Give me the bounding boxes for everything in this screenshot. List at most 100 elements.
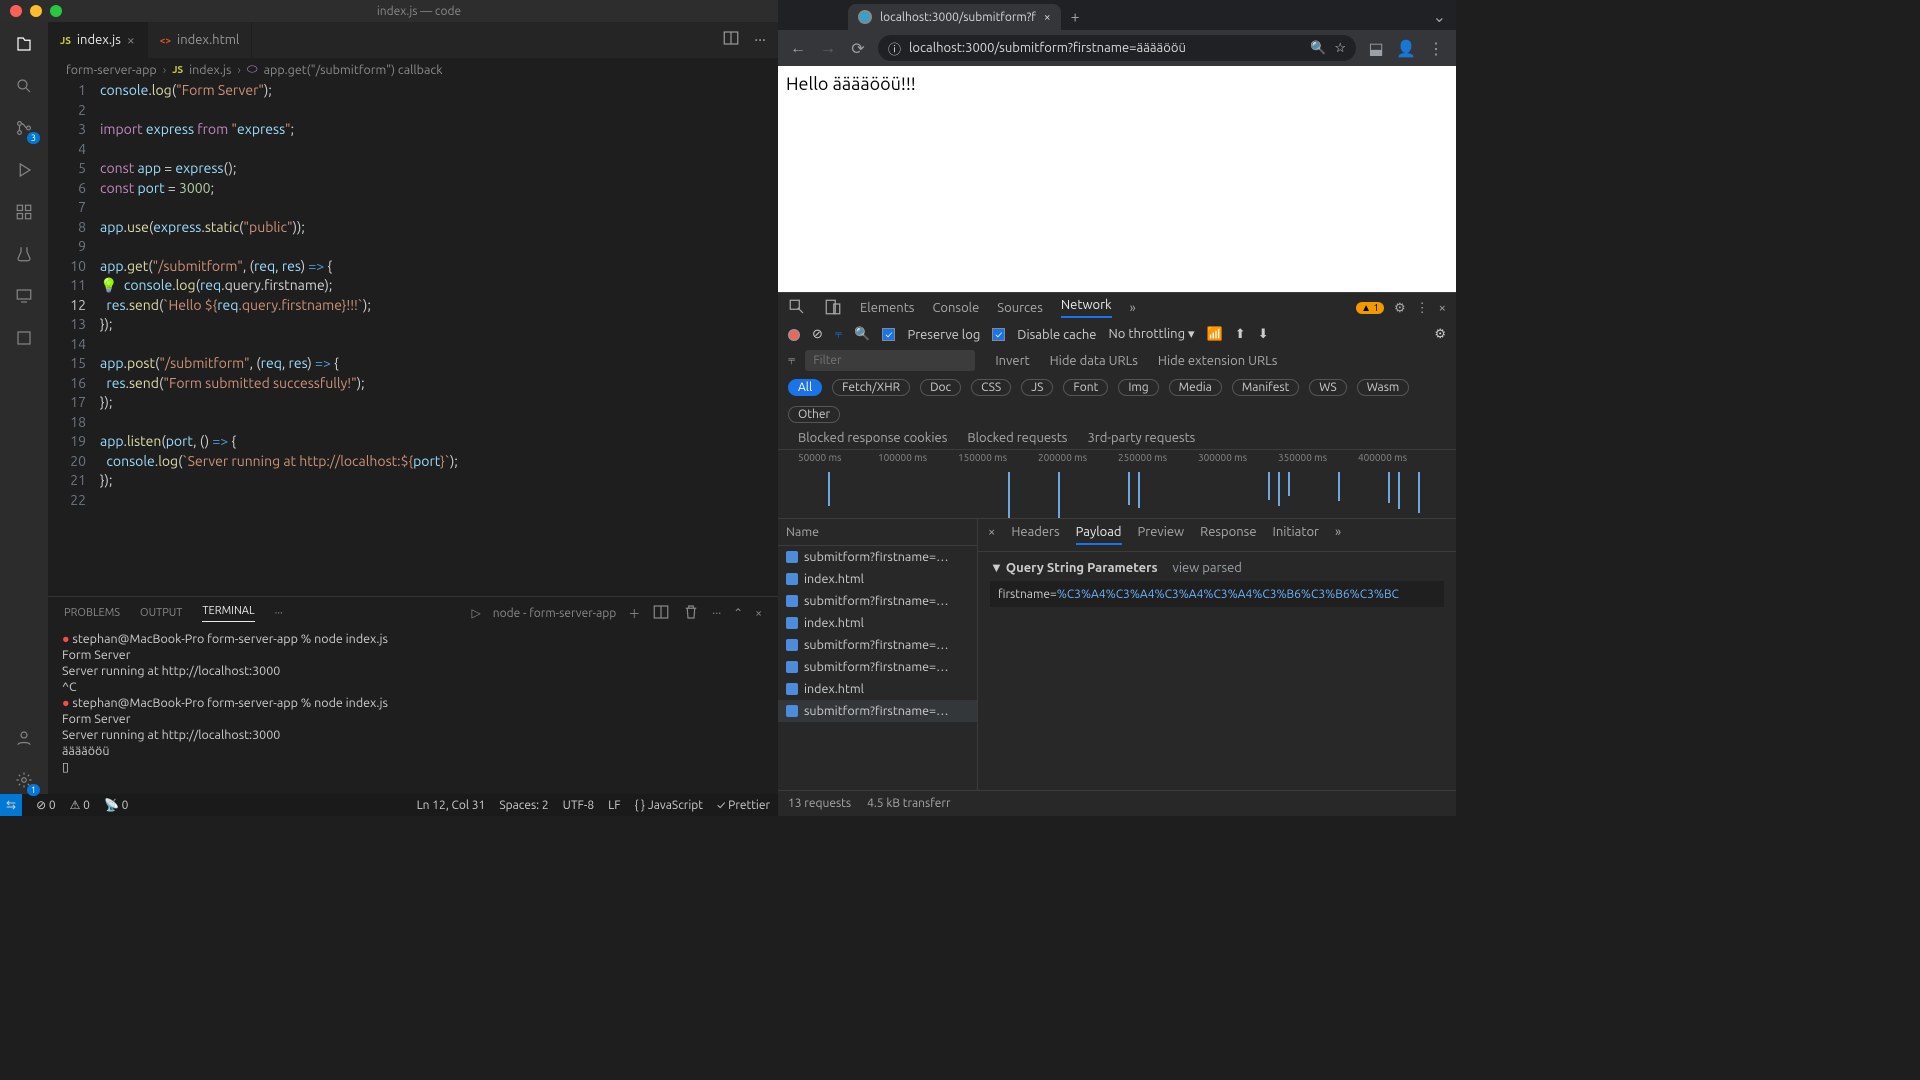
terminal-run-icon[interactable]: ▷: [471, 606, 480, 620]
explorer-icon[interactable]: [10, 30, 38, 58]
filter-toggle-icon[interactable]: ⫧: [835, 327, 842, 342]
type-pill-all[interactable]: All: [788, 379, 822, 396]
type-pill-js[interactable]: JS: [1021, 379, 1053, 396]
type-pill-media[interactable]: Media: [1169, 379, 1222, 396]
type-pill-doc[interactable]: Doc: [920, 379, 961, 396]
status-errors[interactable]: ⊘ 0: [36, 798, 56, 812]
request-row[interactable]: submitform?firstname=…: [778, 546, 977, 568]
panel-tab-terminal[interactable]: TERMINAL: [202, 605, 254, 622]
record-icon[interactable]: [788, 329, 800, 341]
settings-gear-icon[interactable]: ⚙: [1394, 301, 1406, 316]
filter-input[interactable]: [805, 350, 975, 371]
panel-tab-problems[interactable]: PROBLEMS: [64, 607, 120, 619]
issues-badge[interactable]: ▲ 1: [1356, 302, 1384, 314]
device-toggle-icon[interactable]: [824, 298, 842, 319]
forward-icon[interactable]: →: [818, 39, 838, 58]
status-eol[interactable]: LF: [608, 799, 620, 812]
terminal[interactable]: ● stephan@MacBook-Pro form-server-app % …: [48, 629, 778, 794]
more-icon[interactable]: ···: [754, 31, 766, 49]
menu-icon[interactable]: ⋮: [1426, 39, 1446, 58]
browser-tab[interactable]: 🌐 localhost:3000/submitform?f ×: [848, 4, 1061, 30]
close-icon[interactable]: ×: [1439, 301, 1446, 315]
ext1-icon[interactable]: [10, 324, 38, 352]
terminal-split-icon[interactable]: [652, 603, 670, 624]
network-conditions-icon[interactable]: 📶: [1207, 327, 1223, 342]
export-icon[interactable]: ⬇: [1258, 327, 1269, 342]
profile-icon[interactable]: 👤: [1396, 39, 1416, 58]
settings-gear-icon[interactable]: 1: [10, 766, 38, 794]
back-icon[interactable]: ←: [788, 39, 808, 58]
type-pill-font[interactable]: Font: [1063, 379, 1108, 396]
scm-icon[interactable]: 3: [10, 114, 38, 142]
close-icon[interactable]: ×: [988, 525, 995, 545]
detail-tab-preview[interactable]: Preview: [1138, 525, 1185, 545]
panel-tab-output[interactable]: OUTPUT: [140, 607, 182, 619]
status-lang[interactable]: { } JavaScript: [635, 799, 703, 812]
site-info-icon[interactable]: ⓘ: [888, 39, 901, 58]
new-tab-icon[interactable]: +: [1061, 4, 1090, 30]
devtools-tab-console[interactable]: Console: [932, 301, 979, 315]
search-icon[interactable]: 🔍: [854, 327, 870, 342]
detail-tab-response[interactable]: Response: [1200, 525, 1256, 545]
install-icon[interactable]: ⬓: [1366, 39, 1386, 58]
split-editor-icon[interactable]: [722, 29, 740, 51]
tab-index-js[interactable]: JS index.js ×: [48, 22, 148, 58]
type-pill-img[interactable]: Img: [1118, 379, 1158, 396]
request-row[interactable]: submitform?firstname=…: [778, 700, 977, 722]
status-prettier[interactable]: ✓ Prettier: [717, 799, 770, 812]
terminal-task-label[interactable]: node - form-server-app: [493, 607, 617, 620]
more-icon[interactable]: ⋮: [1416, 301, 1429, 316]
chevron-down-icon[interactable]: ⌄: [1423, 3, 1456, 30]
view-parsed-link[interactable]: view parsed: [1173, 561, 1242, 575]
detail-tab-payload[interactable]: Payload: [1076, 525, 1122, 545]
more-tabs-icon[interactable]: »: [1130, 301, 1136, 315]
type-pill-fetch/xhr[interactable]: Fetch/XHR: [832, 379, 910, 396]
network-timeline[interactable]: 50000 ms100000 ms150000 ms200000 ms25000…: [778, 449, 1456, 519]
more-icon[interactable]: ···: [712, 607, 721, 620]
traffic-max-icon[interactable]: [50, 5, 62, 17]
status-spaces[interactable]: Spaces: 2: [499, 799, 548, 812]
code-editor[interactable]: 12345678910111213141516171819202122 cons…: [48, 81, 778, 596]
settings-gear-icon[interactable]: ⚙: [1434, 327, 1446, 342]
status-cursor[interactable]: Ln 12, Col 31: [417, 799, 486, 812]
type-pill-other[interactable]: Other: [788, 406, 840, 423]
status-ports[interactable]: 📡 0: [104, 798, 128, 812]
disable-cache-checkbox[interactable]: ✓: [992, 328, 1005, 341]
inspect-icon[interactable]: [788, 298, 806, 319]
request-row[interactable]: index.html: [778, 612, 977, 634]
request-row[interactable]: submitform?firstname=…: [778, 656, 977, 678]
type-pill-css[interactable]: CSS: [971, 379, 1011, 396]
debug-icon[interactable]: [10, 156, 38, 184]
type-pill-ws[interactable]: WS: [1309, 379, 1346, 396]
panel-tab-more[interactable]: ···: [275, 607, 283, 619]
status-encoding[interactable]: UTF-8: [563, 799, 594, 812]
close-icon[interactable]: ×: [755, 607, 762, 620]
remote-indicator-icon[interactable]: ⇆: [0, 794, 22, 816]
account-icon[interactable]: [10, 724, 38, 752]
terminal-new-icon[interactable]: ＋: [628, 605, 640, 622]
extensions-icon[interactable]: [10, 198, 38, 226]
reload-icon[interactable]: ⟳: [848, 39, 868, 58]
request-row[interactable]: index.html: [778, 678, 977, 700]
close-icon[interactable]: ×: [127, 32, 135, 48]
devtools-tab-sources[interactable]: Sources: [997, 301, 1043, 315]
import-icon[interactable]: ⬆: [1235, 327, 1246, 342]
detail-tab-headers[interactable]: Headers: [1011, 525, 1059, 545]
traffic-close-icon[interactable]: [10, 5, 22, 17]
section-toggle-icon[interactable]: ▼: [990, 561, 1003, 575]
tab-index-html[interactable]: <> index.html: [148, 22, 253, 58]
zoom-icon[interactable]: 🔍: [1310, 41, 1326, 56]
devtools-tab-elements[interactable]: Elements: [860, 301, 914, 315]
request-row[interactable]: submitform?firstname=…: [778, 634, 977, 656]
search-icon[interactable]: [10, 72, 38, 100]
clear-icon[interactable]: ⊘: [812, 327, 823, 342]
bookmark-icon[interactable]: ☆: [1334, 41, 1346, 56]
throttling-select[interactable]: No throttling ▾: [1108, 327, 1194, 342]
trash-icon[interactable]: [682, 603, 700, 624]
traffic-min-icon[interactable]: [30, 5, 42, 17]
testing-icon[interactable]: [10, 240, 38, 268]
detail-tab-initiator[interactable]: Initiator: [1273, 525, 1319, 545]
breadcrumb[interactable]: form-server-app › JS index.js › ⬭ app.ge…: [48, 58, 778, 81]
type-pill-wasm[interactable]: Wasm: [1357, 379, 1410, 396]
request-row[interactable]: index.html: [778, 568, 977, 590]
